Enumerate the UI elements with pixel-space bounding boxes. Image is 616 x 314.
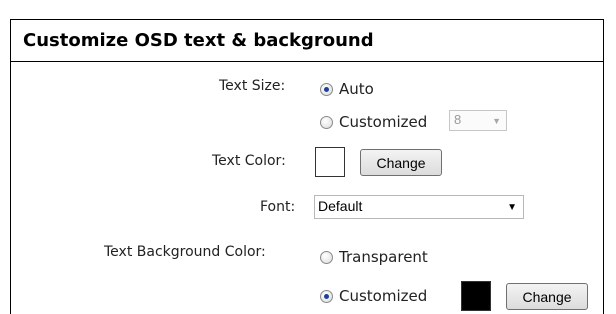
text-size-auto-option[interactable]: Auto	[320, 80, 374, 98]
background-color-swatch	[461, 281, 491, 311]
text-size-auto-label: Auto	[339, 80, 374, 98]
panel-header: Customize OSD text & background	[11, 20, 603, 62]
text-size-customized-option[interactable]: Customized	[320, 113, 427, 131]
osd-settings-panel: Customize OSD text & background	[10, 19, 604, 314]
text-size-customized-radio[interactable]	[320, 115, 333, 129]
text-color-swatch	[315, 147, 345, 177]
background-customized-label: Customized	[339, 287, 428, 305]
font-select[interactable]: Default ▼	[314, 195, 524, 219]
font-label: Font:	[260, 199, 296, 215]
font-value: Default	[318, 198, 363, 214]
text-color-change-button[interactable]: Change	[360, 149, 442, 176]
background-transparent-option[interactable]: Transparent	[320, 248, 428, 266]
background-transparent-label: Transparent	[339, 248, 428, 266]
text-size-customized-label: Customized	[339, 113, 428, 131]
background-customized-option[interactable]: Customized	[320, 287, 427, 305]
background-customized-radio[interactable]	[320, 289, 333, 303]
text-size-select[interactable]: 8 ▼	[449, 110, 507, 131]
text-background-label: Text Background Color:	[104, 244, 266, 260]
text-size-label: Text Size:	[219, 78, 286, 94]
background-color-change-button[interactable]: Change	[506, 283, 588, 310]
chevron-down-icon: ▼	[492, 116, 501, 126]
panel-title: Customize OSD text & background	[23, 30, 374, 51]
chevron-down-icon: ▼	[507, 202, 517, 213]
text-color-label: Text Color:	[212, 153, 286, 169]
background-transparent-radio[interactable]	[320, 250, 333, 264]
text-size-value: 8	[454, 112, 462, 127]
text-size-auto-radio[interactable]	[320, 82, 333, 96]
